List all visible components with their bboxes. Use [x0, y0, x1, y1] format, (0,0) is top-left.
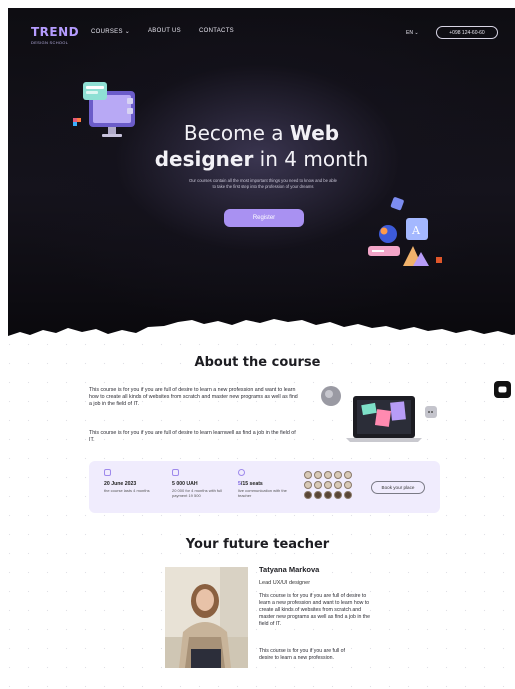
teacher-role: Lead UX/UI designer [259, 580, 311, 586]
info-seats: 5/15 seats live communication with the t… [238, 469, 300, 498]
course-info-card: 20 June 2023 the course lasts 4 months 5… [89, 461, 440, 513]
about-paragraph-1: This course is for you if you are full o… [89, 387, 298, 408]
avatar [314, 481, 322, 489]
chat-icon [498, 386, 507, 392]
landing-page: TREND DESIGN SCHOOL COURSES ⌄ ABOUT US C… [0, 0, 515, 689]
info-price-head: 5 000 UAH [172, 481, 198, 487]
hero-title-line-2: designer in 4 month [8, 147, 515, 171]
about-paragraph-2: This course is for you if you are full o… [89, 430, 296, 444]
teacher-title: Your future teacher [185, 537, 330, 552]
avatar [304, 481, 312, 489]
avatar [304, 471, 312, 479]
calendar-icon [104, 469, 111, 476]
hero-description: Our courses contain all the most importa… [188, 178, 338, 189]
info-price-sub: 20 000 for 4 months with full payment 19… [172, 488, 223, 498]
avatar [334, 481, 342, 489]
language-selector[interactable]: EN ⌄ [406, 30, 419, 36]
avatar [344, 491, 352, 499]
avatar [334, 491, 342, 499]
info-seats-head: 5/15 seats [238, 481, 300, 488]
avatar [314, 491, 322, 499]
design-tools-illustration: A [368, 197, 442, 266]
book-place-button[interactable]: Book your place [371, 481, 425, 494]
phone-button[interactable]: +098 124-60-60 [436, 26, 498, 39]
svg-text:A: A [411, 224, 421, 237]
laptop-illustration [321, 386, 437, 442]
chevron-down-icon: ⌄ [414, 30, 419, 36]
hero-title-post: in 4 month [253, 147, 369, 171]
avatar [304, 491, 312, 499]
teacher-name: Tatyana Markova [259, 565, 320, 574]
hero-title-pre: Become a [183, 121, 290, 145]
nav-about[interactable]: ABOUT US [148, 28, 181, 34]
nav-courses-label: COURSES [91, 29, 123, 35]
info-price: 5 000 UAH 20 000 for 4 months with full … [172, 469, 234, 498]
info-date-head: 20 June 2023 [104, 481, 137, 487]
chevron-down-icon: ⌄ [124, 29, 131, 35]
avatar [324, 491, 332, 499]
avatar [334, 471, 342, 479]
chat-button[interactable] [494, 381, 511, 398]
user-icon [238, 469, 245, 476]
info-date: 20 June 2023 the course lasts 4 months [104, 469, 166, 493]
hero-title-line-1: Become a Web [8, 121, 515, 145]
avatar [324, 481, 332, 489]
hero-title-designer: designer [154, 147, 254, 171]
info-date-sub: the course lasts 4 months [104, 488, 150, 493]
nav-contacts[interactable]: CONTACTS [199, 28, 234, 34]
teacher-portrait [165, 567, 248, 668]
avatar [314, 471, 322, 479]
avatar [324, 471, 332, 479]
about-title: About the course [194, 355, 321, 370]
hero-section: TREND DESIGN SCHOOL COURSES ⌄ ABOUT US C… [8, 8, 515, 338]
avatar [344, 481, 352, 489]
seats-total: /15 seats [240, 481, 263, 487]
nav-courses[interactable]: COURSES ⌄ [91, 28, 130, 35]
logo[interactable]: TREND [31, 25, 79, 39]
hero-title-web: Web [289, 121, 340, 145]
top-nav: TREND DESIGN SCHOOL COURSES ⌄ ABOUT US C… [8, 8, 515, 58]
register-button[interactable]: Register [224, 209, 304, 227]
avatar [344, 471, 352, 479]
teacher-photo [165, 567, 248, 668]
wallet-icon [172, 469, 179, 476]
seat-avatars [304, 471, 354, 499]
torn-paper-edge [8, 319, 515, 338]
logo-subtitle: DESIGN SCHOOL [31, 40, 69, 45]
language-label: EN [406, 30, 413, 36]
info-seats-sub: live communication with the teacher [238, 488, 287, 498]
teacher-paragraph-2: This course is for you if you are full o… [259, 648, 345, 662]
teacher-paragraph-1: This course is for you if you are full o… [259, 593, 371, 628]
